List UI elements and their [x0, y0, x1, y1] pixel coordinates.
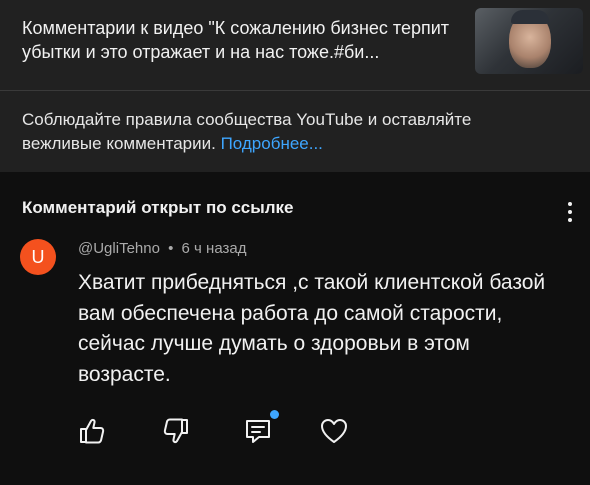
video-title: Комментарии к видео "К сожалению бизнес …	[22, 18, 450, 62]
linked-comment-title: Комментарий открыт по ссылке	[22, 198, 294, 217]
kebab-dot	[568, 202, 572, 206]
dislike-button[interactable]	[160, 415, 192, 447]
like-button[interactable]	[76, 415, 108, 447]
header-divider	[0, 90, 590, 91]
kebab-dot	[568, 218, 572, 222]
comment-time: 6 ч назад	[181, 240, 247, 257]
comment-actions	[0, 415, 590, 455]
heart-button[interactable]	[318, 415, 350, 447]
kebab-dot	[568, 210, 572, 214]
thumbs-up-icon	[80, 418, 105, 444]
video-header: Комментарии к видео "К сожалению бизнес …	[0, 0, 590, 172]
community-rules-notice: Соблюдайте правила сообщества YouTube и …	[22, 108, 542, 156]
heart-icon	[321, 419, 347, 443]
avatar[interactable]: U	[20, 239, 56, 275]
new-reply-badge	[270, 410, 279, 419]
thumbs-down-icon	[163, 418, 188, 444]
comment-author[interactable]: @UgliTehno	[78, 240, 160, 257]
comment-text: Хватит прибедняться ,с такой клиентской …	[78, 271, 546, 386]
meta-separator: •	[168, 240, 174, 257]
video-thumbnail[interactable]	[475, 8, 583, 74]
thumbnail-cap-image	[511, 10, 549, 24]
comment-meta: @UgliTehno • 6 ч назад	[78, 240, 246, 257]
more-options-icon[interactable]	[560, 199, 580, 225]
learn-more-link[interactable]: Подробнее...	[221, 134, 323, 153]
reply-icon	[246, 420, 270, 443]
reply-button[interactable]	[242, 415, 274, 447]
